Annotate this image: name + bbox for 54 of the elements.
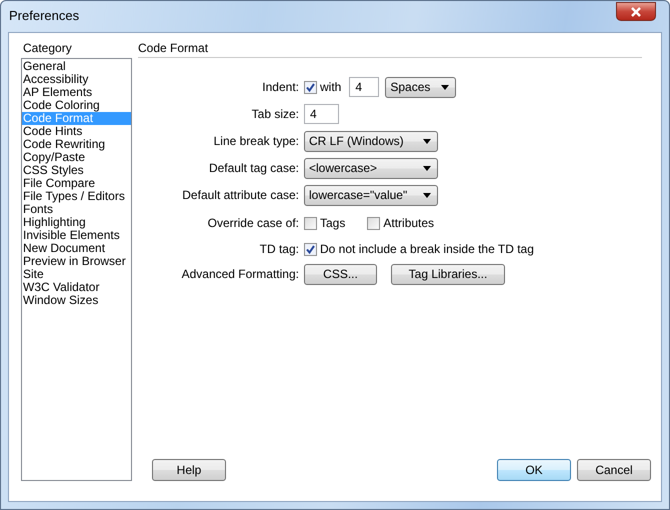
unit-dropdown[interactable]: Spaces [385, 76, 456, 98]
dropdown[interactable]: <lowercase> [304, 158, 438, 178]
category-item[interactable]: General [22, 60, 131, 73]
checkbox-label: Tags [320, 216, 346, 230]
dropdown[interactable]: CR LF (Windows) [304, 130, 438, 152]
dropdown-arrow-icon [423, 192, 431, 198]
category-item[interactable]: W3C Validator [22, 281, 131, 294]
field-label: Advanced Formatting: [182, 267, 299, 281]
checkbox[interactable] [304, 216, 317, 230]
ok-button[interactable]: OK [497, 459, 571, 481]
checkbox[interactable] [304, 80, 317, 94]
window-title: Preferences [9, 8, 80, 23]
category-item[interactable]: AP Elements [22, 86, 131, 99]
input-field[interactable]: 4 [349, 77, 380, 97]
cancel-button[interactable]: Cancel [577, 459, 651, 481]
close-icon [630, 6, 642, 16]
category-item[interactable]: New Document [22, 242, 131, 255]
category-item[interactable]: Site [22, 268, 131, 281]
dropdown-arrow-icon [423, 138, 431, 144]
checkbox-label: with [320, 80, 342, 94]
field-label: Indent: [262, 80, 299, 94]
field-label: Default attribute case: [182, 188, 299, 202]
panel-title: Code Format [138, 41, 208, 55]
field-label: TD tag: [260, 242, 299, 256]
category-item[interactable]: File Compare [22, 177, 131, 190]
field-label: Default tag case: [208, 161, 299, 175]
checkbox-label: Attributes [383, 216, 434, 230]
dropdown-arrow-icon [423, 166, 431, 170]
category-label: Category [22, 41, 73, 57]
field-label: Override case of: [208, 216, 299, 230]
checkbox-label: Do not include a break inside the TD tag [320, 242, 534, 256]
category-item[interactable]: Window Sizes [22, 294, 131, 307]
category-item[interactable]: File Types / Editors [22, 190, 131, 203]
dropdown-arrow-icon [441, 84, 450, 90]
dropdown[interactable]: lowercase="value" [304, 184, 438, 206]
field-label: Tab size: [252, 107, 299, 121]
checkbox[interactable] [367, 216, 380, 230]
checkbox[interactable] [304, 242, 317, 256]
category-item[interactable]: CSS Styles [22, 164, 131, 177]
category-item[interactable]: Highlighting [22, 216, 131, 229]
category-item[interactable]: Copy/Paste [22, 151, 131, 164]
input-field[interactable]: 4 [304, 104, 339, 124]
help-button[interactable]: Help [152, 459, 226, 481]
category-item[interactable]: Code Hints [22, 125, 131, 138]
category-item[interactable]: Code Coloring [22, 99, 131, 112]
close-button[interactable] [616, 2, 656, 21]
category-item[interactable]: Preview in Browser [22, 255, 131, 268]
category-item[interactable]: Accessibility [22, 73, 131, 86]
format-button[interactable]: Tag Libraries... [391, 264, 505, 284]
category-item[interactable]: Code Rewriting [22, 138, 131, 151]
category-item[interactable]: Fonts [22, 203, 131, 216]
field-label: Line break type: [214, 134, 299, 148]
format-button[interactable]: CSS... [304, 264, 377, 284]
category-item[interactable]: Invisible Elements [22, 229, 131, 242]
